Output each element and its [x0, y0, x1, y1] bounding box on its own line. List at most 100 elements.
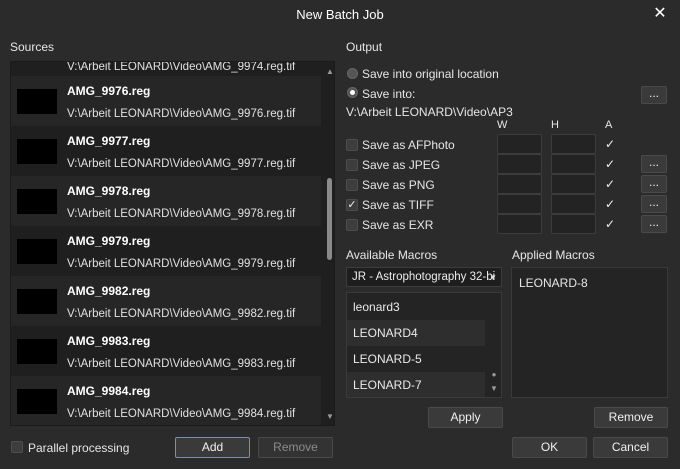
output-label: Output — [346, 40, 383, 54]
height-field[interactable] — [551, 154, 596, 174]
apply-button[interactable]: Apply — [428, 407, 503, 428]
source-path: V:\Arbeit LEONARD\Video\AMG_9976.reg.tif — [67, 108, 296, 120]
add-button[interactable]: Add — [175, 437, 250, 458]
source-path: V:\Arbeit LEONARD\Video\AMG_9982.reg.tif — [67, 308, 296, 320]
source-list-item[interactable]: AMG_9979.reg V:\Arbeit LEONARD\Video\AMG_… — [11, 226, 321, 276]
ok-button[interactable]: OK — [512, 437, 587, 458]
sources-label: Sources — [10, 40, 55, 54]
source-name: AMG_9984.reg — [67, 384, 151, 398]
partial-source-path: V:\Arbeit LEONARD\Video\AMG_9974.reg.tif — [67, 61, 296, 73]
aspect-checkbox[interactable]: ✓ — [605, 177, 615, 191]
format-label: Save as PNG — [362, 178, 435, 192]
checkmark-icon: ✓ — [605, 217, 616, 231]
format-checkbox[interactable]: ✓ — [346, 199, 358, 211]
height-column-header: H — [551, 119, 559, 131]
width-field[interactable] — [497, 174, 542, 194]
thumbnail — [17, 339, 57, 364]
available-macros-list[interactable]: leonard3 LEONARD4 LEONARD-5 LEONARD-7 ● ▼ — [346, 292, 502, 398]
output-path: V:\Arbeit LEONARD\Video\AP3 — [346, 105, 513, 119]
aspect-checkbox[interactable]: ✓ — [605, 157, 615, 171]
original-location-label: Save into original location — [362, 67, 499, 81]
source-name: AMG_9977.reg — [67, 134, 151, 148]
remove-macro-button[interactable]: Remove — [594, 407, 668, 428]
width-field[interactable] — [497, 154, 542, 174]
format-checkbox[interactable] — [346, 139, 358, 151]
triangle-down-icon[interactable]: ▼ — [488, 384, 500, 393]
remove-source-button[interactable]: Remove — [258, 437, 333, 458]
format-label: Save as JPEG — [362, 158, 441, 172]
macro-category-value: JR - Astrophotography 32-bi — [352, 271, 496, 283]
parallel-processing-label: Parallel processing — [28, 441, 130, 455]
aspect-checkbox[interactable]: ✓ — [605, 217, 615, 231]
source-path: V:\Arbeit LEONARD\Video\AMG_9983.reg.tif — [67, 358, 296, 370]
macros-scrollbar[interactable]: ● ▼ — [487, 293, 501, 397]
format-label: Save as TIFF — [362, 198, 434, 212]
width-field[interactable] — [497, 134, 542, 154]
width-field[interactable] — [497, 214, 542, 234]
source-list-item[interactable]: AMG_9976.reg V:\Arbeit LEONARD\Video\AMG_… — [11, 76, 321, 126]
aspect-column-header: A — [605, 119, 613, 131]
original-location-radio[interactable] — [347, 68, 358, 79]
macro-list-item[interactable]: LEONARD-5 — [347, 346, 485, 372]
source-name: AMG_9976.reg — [67, 84, 151, 98]
available-macros-label: Available Macros — [346, 248, 438, 262]
macro-list-item[interactable]: LEONARD4 — [347, 320, 485, 346]
sources-scrollbar[interactable]: ▲ ▼ — [324, 62, 334, 425]
browse-format-button[interactable]: ... — [641, 215, 667, 233]
macro-list-item[interactable]: LEONARD-7 — [347, 372, 485, 397]
source-list-item[interactable]: AMG_9977.reg V:\Arbeit LEONARD\Video\AMG_… — [11, 126, 321, 176]
thumbnail — [17, 89, 57, 114]
height-field[interactable] — [551, 134, 596, 154]
source-path: V:\Arbeit LEONARD\Video\AMG_9977.reg.tif — [67, 158, 296, 170]
source-path: V:\Arbeit LEONARD\Video\AMG_9978.reg.tif — [67, 208, 296, 220]
triangle-down-icon[interactable]: ▼ — [324, 412, 334, 421]
height-field[interactable] — [551, 214, 596, 234]
format-label: Save as EXR — [362, 218, 434, 232]
thumbnail — [17, 389, 57, 414]
scroll-knob-icon[interactable]: ● — [488, 370, 500, 379]
thumbnail — [17, 139, 57, 164]
save-into-label: Save into: — [362, 87, 416, 101]
chevron-down-icon: ▼ — [489, 273, 497, 282]
browse-format-button[interactable]: ... — [641, 195, 667, 213]
macro-list-item[interactable]: leonard3 — [347, 294, 485, 320]
browse-format-button[interactable]: ... — [641, 155, 667, 173]
height-field[interactable] — [551, 174, 596, 194]
browse-output-button[interactable]: ... — [641, 86, 667, 104]
applied-macros-label: Applied Macros — [512, 248, 595, 262]
checkmark-icon: ✓ — [347, 199, 357, 211]
cancel-button[interactable]: Cancel — [593, 437, 668, 458]
macro-category-dropdown[interactable]: JR - Astrophotography 32-bi ▼ — [346, 267, 502, 287]
thumbnail — [17, 239, 57, 264]
format-checkbox[interactable] — [346, 159, 358, 171]
save-into-radio[interactable] — [347, 87, 358, 98]
close-icon[interactable]: ✕ — [650, 4, 670, 24]
format-checkbox[interactable] — [346, 219, 358, 231]
checkmark-icon: ✓ — [605, 197, 616, 211]
source-list-item[interactable]: AMG_9983.reg V:\Arbeit LEONARD\Video\AMG_… — [11, 326, 321, 376]
thumbnail — [17, 289, 57, 314]
source-path: V:\Arbeit LEONARD\Video\AMG_9979.reg.tif — [67, 258, 296, 270]
source-name: AMG_9982.reg — [67, 284, 151, 298]
applied-macro-item[interactable]: LEONARD-8 — [519, 276, 588, 290]
source-name: AMG_9983.reg — [67, 334, 151, 348]
parallel-processing-checkbox[interactable] — [11, 441, 23, 453]
sources-scroll-thumb[interactable] — [327, 178, 332, 260]
format-checkbox[interactable] — [346, 179, 358, 191]
height-field[interactable] — [551, 194, 596, 214]
aspect-checkbox[interactable]: ✓ — [605, 197, 615, 211]
width-field[interactable] — [497, 194, 542, 214]
sources-list[interactable]: V:\Arbeit LEONARD\Video\AMG_9974.reg.tif… — [10, 61, 335, 426]
aspect-checkbox[interactable]: ✓ — [605, 137, 615, 151]
source-path: V:\Arbeit LEONARD\Video\AMG_9984.reg.tif — [67, 408, 296, 420]
triangle-up-icon[interactable]: ▲ — [324, 67, 334, 76]
applied-macros-list[interactable]: LEONARD-8 — [511, 267, 668, 398]
source-list-item[interactable]: AMG_9978.reg V:\Arbeit LEONARD\Video\AMG_… — [11, 176, 321, 226]
dialog-title: New Batch Job — [296, 7, 384, 22]
source-list-item[interactable]: AMG_9982.reg V:\Arbeit LEONARD\Video\AMG_… — [11, 276, 321, 326]
checkmark-icon: ✓ — [605, 137, 616, 151]
source-name: AMG_9979.reg — [67, 234, 151, 248]
browse-format-button[interactable]: ... — [641, 175, 667, 193]
source-list-item[interactable]: AMG_9984.reg V:\Arbeit LEONARD\Video\AMG_… — [11, 376, 321, 425]
checkmark-icon: ✓ — [605, 157, 616, 171]
